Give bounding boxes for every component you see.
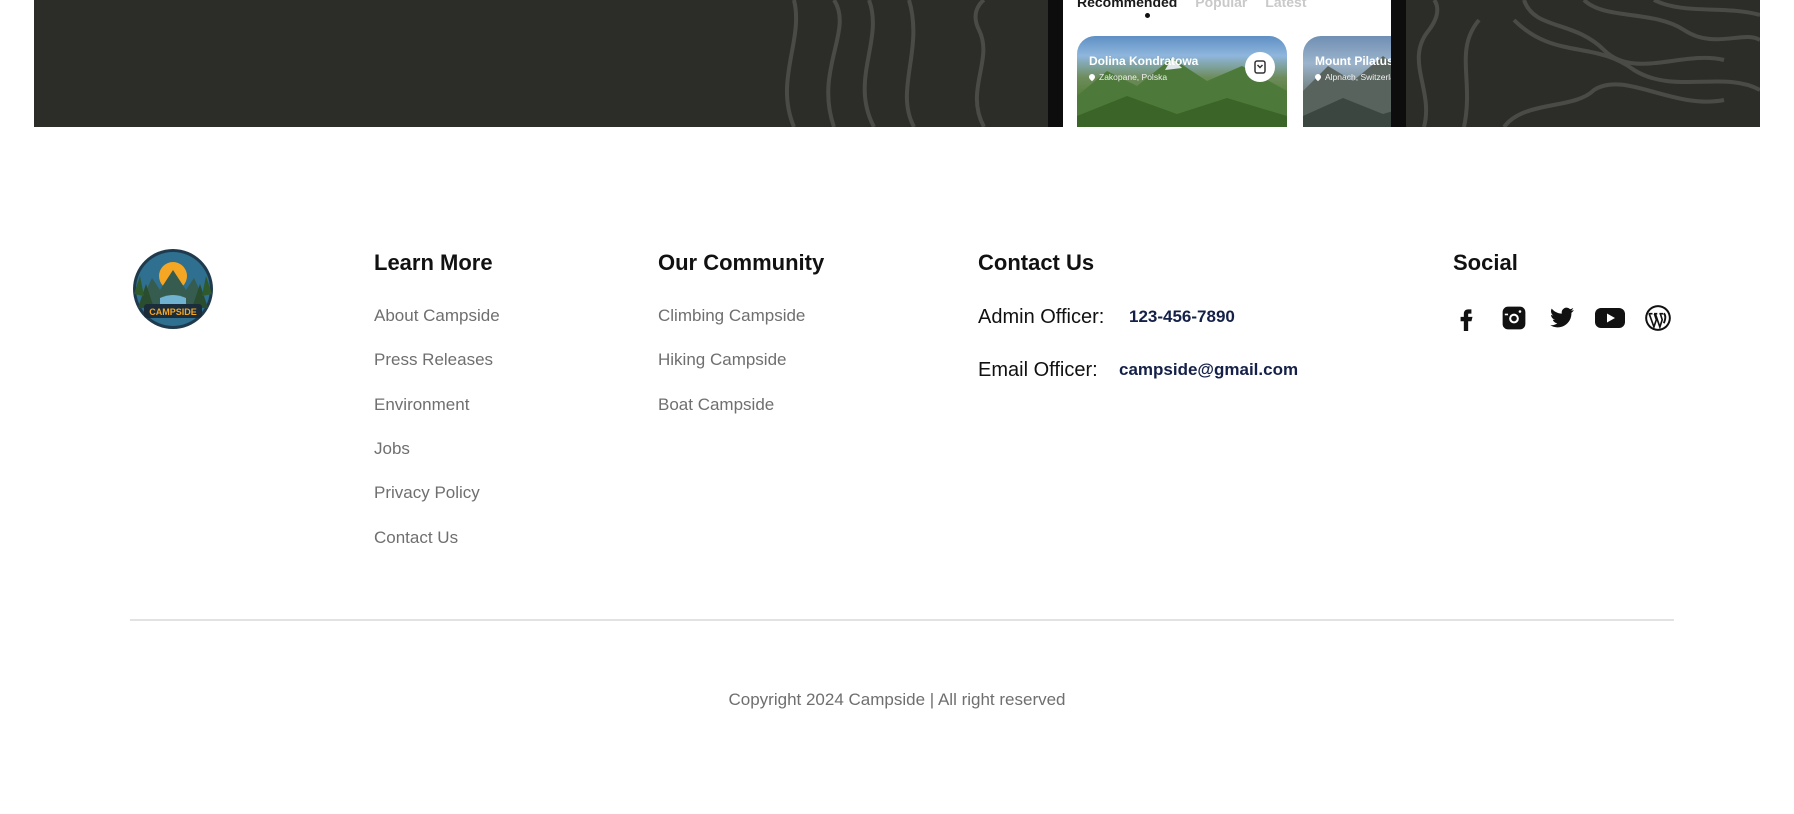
community-title: Our Community bbox=[658, 250, 825, 275]
footer-divider bbox=[130, 619, 1674, 621]
youtube-icon[interactable] bbox=[1594, 302, 1626, 334]
social-icons bbox=[1450, 302, 1674, 334]
logo-text: CAMPSIDE bbox=[149, 307, 197, 317]
app-tabs: Recommended Popular Latest bbox=[1077, 0, 1321, 10]
bookmark-button[interactable] bbox=[1245, 52, 1275, 82]
location-pin-icon bbox=[1087, 72, 1097, 82]
twitter-icon[interactable] bbox=[1546, 302, 1578, 334]
copyright-text: Copyright 2024 Campside | All right rese… bbox=[728, 690, 1066, 709]
app-tab-recommended[interactable]: Recommended bbox=[1077, 0, 1177, 10]
link-press-releases[interactable]: Press Releases bbox=[374, 350, 493, 370]
link-jobs[interactable]: Jobs bbox=[374, 439, 410, 459]
active-tab-indicator bbox=[1145, 13, 1150, 18]
facebook-icon[interactable] bbox=[1450, 302, 1482, 334]
learn-more-title: Learn More bbox=[374, 250, 493, 275]
admin-officer-label: Admin Officer: bbox=[978, 306, 1105, 328]
card-title: Dolina Kondratowa bbox=[1089, 54, 1199, 68]
link-climbing-campside[interactable]: Climbing Campside bbox=[658, 306, 805, 326]
social-title: Social bbox=[1453, 250, 1518, 275]
admin-phone-link[interactable]: 123-456-7890 bbox=[1129, 307, 1235, 327]
link-privacy-policy[interactable]: Privacy Policy bbox=[374, 483, 480, 503]
app-tab-latest[interactable]: Latest bbox=[1265, 0, 1306, 10]
campside-logo[interactable]: CAMPSIDE bbox=[130, 246, 216, 332]
bookmark-icon bbox=[1254, 60, 1266, 74]
phone-screen: Recommended Popular Latest Dolina Kondra… bbox=[1063, 0, 1391, 127]
destination-card[interactable]: Mount Pilatus Alpnach, Switzerland bbox=[1303, 36, 1391, 127]
location-pin-icon bbox=[1313, 72, 1323, 82]
link-boat-campside[interactable]: Boat Campside bbox=[658, 395, 774, 415]
email-officer-label: Email Officer: bbox=[978, 359, 1098, 381]
wordpress-icon[interactable] bbox=[1642, 302, 1674, 334]
instagram-icon[interactable] bbox=[1498, 302, 1530, 334]
card-location: Zakopane, Polska bbox=[1087, 72, 1168, 82]
card-location: Alpnach, Switzerland bbox=[1313, 72, 1391, 82]
phone-mockup: Recommended Popular Latest Dolina Kondra… bbox=[1048, 0, 1406, 127]
link-contact-us[interactable]: Contact Us bbox=[374, 528, 458, 548]
hero-banner: Recommended Popular Latest Dolina Kondra… bbox=[34, 0, 1760, 127]
email-link[interactable]: campside@gmail.com bbox=[1119, 360, 1298, 380]
app-tab-popular[interactable]: Popular bbox=[1195, 0, 1247, 10]
card-title: Mount Pilatus bbox=[1315, 54, 1391, 68]
topographic-pattern bbox=[784, 0, 1760, 127]
link-about-campside[interactable]: About Campside bbox=[374, 306, 500, 326]
link-environment[interactable]: Environment bbox=[374, 395, 469, 415]
contact-title: Contact Us bbox=[978, 250, 1095, 275]
card-location-text: Zakopane, Polska bbox=[1099, 72, 1168, 82]
card-location-text: Alpnach, Switzerland bbox=[1325, 72, 1391, 82]
link-hiking-campside[interactable]: Hiking Campside bbox=[658, 350, 787, 370]
destination-card[interactable]: Dolina Kondratowa Zakopane, Polska bbox=[1077, 36, 1287, 127]
